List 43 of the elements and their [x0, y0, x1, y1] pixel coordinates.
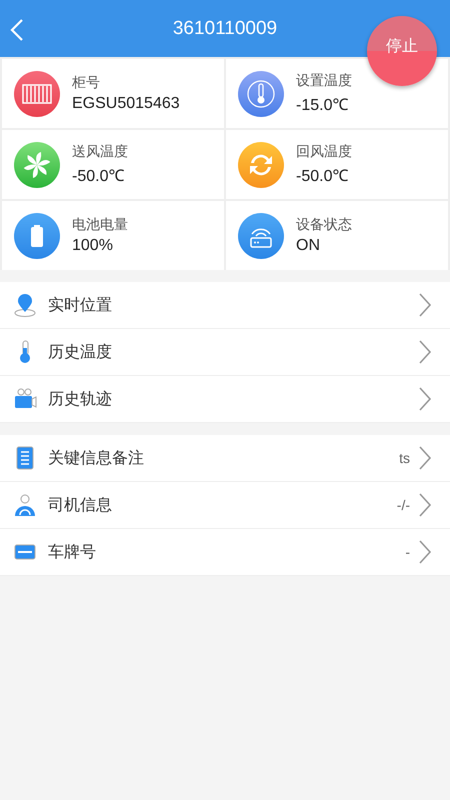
menu-item[interactable]: 车牌号 -	[0, 529, 450, 576]
menu-label: 历史温度	[48, 342, 113, 362]
card-label: 回风温度	[296, 143, 352, 161]
menu-label: 关键信息备注	[48, 448, 145, 468]
menu-item[interactable]: 历史轨迹	[0, 376, 450, 423]
chevron-icon	[418, 492, 432, 518]
card-value: -15.0℃	[296, 96, 350, 115]
person-icon	[12, 492, 38, 518]
card-label: 设置温度	[296, 72, 352, 90]
menu-value: ts	[399, 450, 410, 466]
card-value: EGSU5015463	[72, 95, 180, 113]
thermometer-icon	[238, 70, 284, 116]
refresh-icon	[238, 142, 284, 188]
card-label: 电池电量	[72, 216, 128, 234]
chevron-icon	[418, 539, 432, 565]
menu-item[interactable]: 司机信息 -/-	[0, 482, 450, 529]
card-value: ON	[296, 237, 321, 255]
menu-item[interactable]: 实时位置	[0, 282, 450, 329]
chevron-icon	[418, 339, 432, 365]
router-icon	[238, 212, 284, 258]
menu-label: 实时位置	[48, 294, 113, 316]
menu-label: 司机信息	[48, 494, 113, 516]
fan-icon	[14, 142, 60, 188]
menu-label: 历史轨迹	[48, 388, 113, 410]
battery-icon	[14, 212, 60, 258]
chevron-icon	[418, 292, 432, 318]
card-label: 柜号	[72, 74, 101, 92]
menu-item[interactable]: 历史温度	[0, 329, 450, 376]
chevron-icon	[418, 445, 432, 471]
menu-value: -	[405, 544, 410, 560]
menu-label: 车牌号	[48, 542, 97, 562]
chevron-icon	[418, 386, 432, 412]
container-icon	[14, 70, 60, 116]
back-icon	[10, 18, 24, 42]
menu-item[interactable]: 关键信息备注 ts	[0, 435, 450, 482]
card-value: -50.0℃	[296, 167, 350, 186]
page-title: 3610110009	[172, 18, 278, 40]
card-label: 送风温度	[72, 143, 128, 161]
card-value: -50.0℃	[72, 167, 126, 186]
card-value: 100%	[72, 237, 114, 255]
menu-value: -/-	[396, 497, 410, 513]
card-label: 设备状态	[296, 216, 352, 234]
location-pin-icon	[12, 292, 38, 318]
